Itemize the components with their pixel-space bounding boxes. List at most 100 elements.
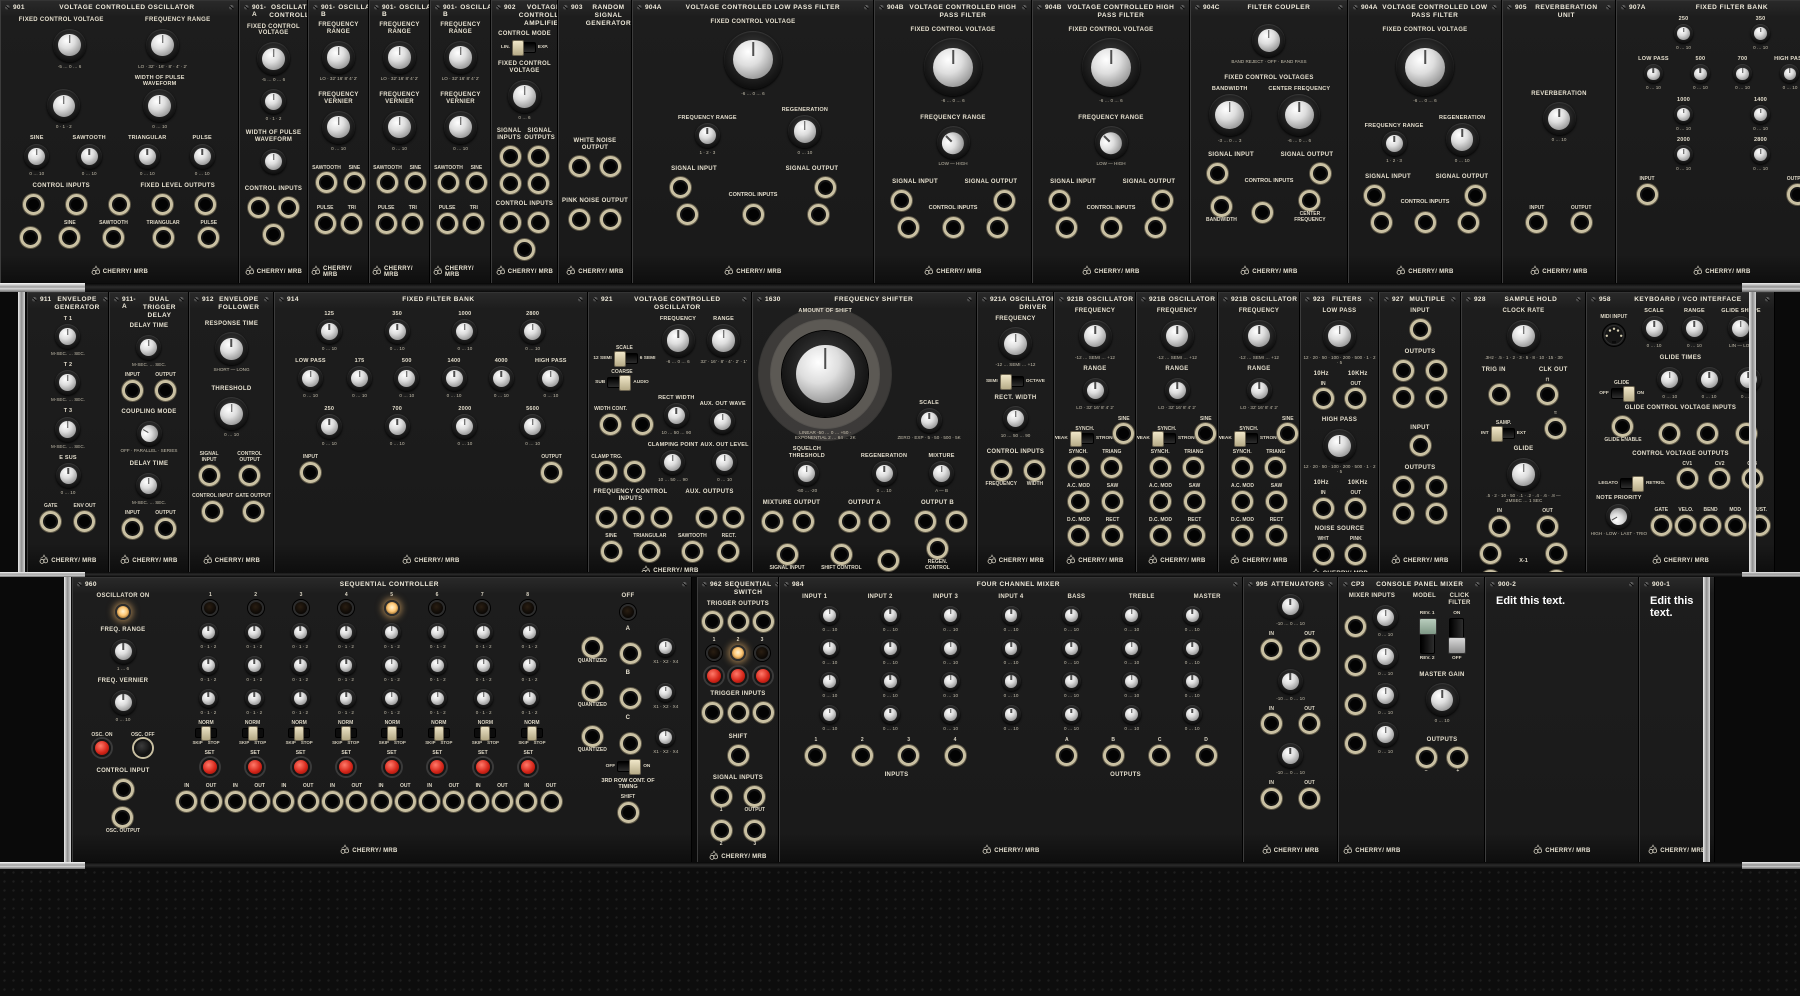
jack-3[interactable]: [898, 745, 919, 766]
jack-output[interactable]: [155, 518, 176, 539]
jack-bandwidth[interactable]: [1211, 196, 1232, 217]
jack-jack[interactable]: [1410, 319, 1431, 340]
jack-jack[interactable]: [1345, 616, 1366, 637]
knob-squelch-threshold[interactable]: [794, 461, 819, 486]
knob-knob[interactable]: [215, 397, 248, 430]
knob-knob[interactable]: [1278, 743, 1303, 768]
knob-regeneration[interactable]: [872, 461, 897, 486]
jack-out[interactable]: [492, 791, 513, 812]
knob-knob[interactable]: [291, 656, 310, 675]
knob-clamping-point[interactable]: [660, 450, 685, 475]
jack-jack[interactable]: [569, 156, 590, 177]
jack-jack[interactable]: [500, 212, 521, 233]
knob-knob[interactable]: [1373, 644, 1398, 669]
jack-triangular[interactable]: [153, 227, 174, 248]
jack-jack[interactable]: [1207, 163, 1228, 184]
jack-quantized[interactable]: [582, 681, 603, 702]
knob-knob[interactable]: [444, 111, 477, 144]
jack-out[interactable]: [1299, 788, 1320, 809]
knob-knob[interactable]: [382, 656, 401, 675]
knob-knob[interactable]: [1082, 38, 1140, 96]
jack-in[interactable]: [1313, 388, 1334, 409]
jack-jack[interactable]: [753, 702, 774, 723]
jack-rect[interactable]: [718, 541, 739, 562]
jack-output[interactable]: [1571, 212, 1592, 233]
knob-2000[interactable]: [1674, 145, 1693, 164]
jack-tri[interactable]: [341, 213, 362, 234]
jack-pink[interactable]: [1345, 544, 1366, 565]
knob-knob[interactable]: [146, 29, 179, 62]
button-osc-on[interactable]: [93, 739, 111, 757]
knob-knob[interactable]: [1543, 102, 1576, 135]
jack-jack[interactable]: [696, 507, 717, 528]
button-button[interactable]: [754, 667, 772, 685]
jack-regen-control[interactable]: [927, 538, 948, 559]
jack-jack[interactable]: [891, 190, 912, 211]
knob-knob[interactable]: [257, 42, 290, 75]
switch-rev-1[interactable]: REV. 1REV. 2: [1420, 611, 1435, 661]
jack-pulse[interactable]: [437, 213, 458, 234]
jack-sine[interactable]: [344, 172, 365, 193]
jack-jack[interactable]: [278, 197, 299, 218]
jack-d-c-mod[interactable]: [1150, 525, 1171, 546]
jack-in[interactable]: [225, 791, 246, 812]
switch-weak[interactable]: WEAKSTRONG: [1054, 433, 1116, 444]
jack-out[interactable]: [1345, 498, 1366, 519]
jack-jack[interactable]: [651, 507, 672, 528]
jack-out[interactable]: [1299, 713, 1320, 734]
knob-aux-out-wave[interactable]: [710, 409, 735, 434]
jack-gate[interactable]: [1651, 515, 1672, 536]
jack-jack[interactable]: [1152, 190, 1173, 211]
knob-knob[interactable]: [291, 623, 310, 642]
jack-jack[interactable]: [723, 507, 744, 528]
knob-knob[interactable]: [47, 89, 80, 122]
jack-jack[interactable]: [109, 194, 130, 215]
knob-knob[interactable]: [428, 656, 447, 675]
knob-knob[interactable]: [1426, 683, 1459, 716]
jack-out[interactable]: [541, 791, 562, 812]
jack-jack[interactable]: [20, 227, 41, 248]
jack-saw[interactable]: [1266, 491, 1287, 512]
jack-velo[interactable]: [1675, 515, 1696, 536]
jack-gate[interactable]: [40, 511, 61, 532]
knob-knob[interactable]: [337, 623, 356, 642]
jack-sine[interactable]: [1195, 423, 1216, 444]
jack-jack[interactable]: [1345, 655, 1366, 676]
knob-knob[interactable]: [820, 639, 839, 658]
jack-jack[interactable]: [600, 209, 621, 230]
knob-700[interactable]: [1733, 64, 1752, 83]
jack-quantized[interactable]: [582, 637, 603, 658]
knob-knob[interactable]: [724, 31, 782, 89]
jack-jack[interactable]: [1310, 163, 1331, 184]
jack-jack[interactable]: [195, 194, 216, 215]
jack-jack[interactable]: [23, 194, 44, 215]
jack-in[interactable]: [468, 791, 489, 812]
knob-regeneration[interactable]: [788, 115, 821, 148]
jack-tri[interactable]: [463, 213, 484, 234]
jack-2[interactable]: [852, 745, 873, 766]
knob-range[interactable]: [707, 324, 740, 357]
jack-jack[interactable]: [1049, 190, 1070, 211]
knob-knob[interactable]: [383, 111, 416, 144]
jack-jack[interactable]: [728, 702, 749, 723]
knob-t-1[interactable]: [55, 324, 80, 349]
jack-clamp-trg[interactable]: [596, 461, 617, 482]
switch-off[interactable]: OFFON: [1599, 388, 1644, 399]
jack-jack[interactable]: [528, 212, 549, 233]
knob-scale[interactable]: [917, 408, 942, 433]
switch-legato[interactable]: LEGATORETRIG.: [1598, 478, 1665, 489]
jack-jack[interactable]: [113, 779, 134, 800]
jack-in[interactable]: [1261, 639, 1282, 660]
knob-knob[interactable]: [1062, 705, 1081, 724]
jack-quantized[interactable]: [582, 726, 603, 747]
switch-on[interactable]: ONOFF: [1449, 611, 1464, 661]
jack-jack[interactable]: [915, 511, 936, 532]
button-set[interactable]: [337, 758, 355, 776]
knob-knob[interactable]: [1003, 406, 1028, 431]
switch-semi[interactable]: SEMIOCTAVE: [986, 376, 1045, 387]
jack-in[interactable]: [419, 791, 440, 812]
knob-knob[interactable]: [820, 705, 839, 724]
jack-jack[interactable]: [500, 146, 521, 167]
jack-rect[interactable]: [1102, 525, 1123, 546]
knob-1400[interactable]: [442, 366, 467, 391]
